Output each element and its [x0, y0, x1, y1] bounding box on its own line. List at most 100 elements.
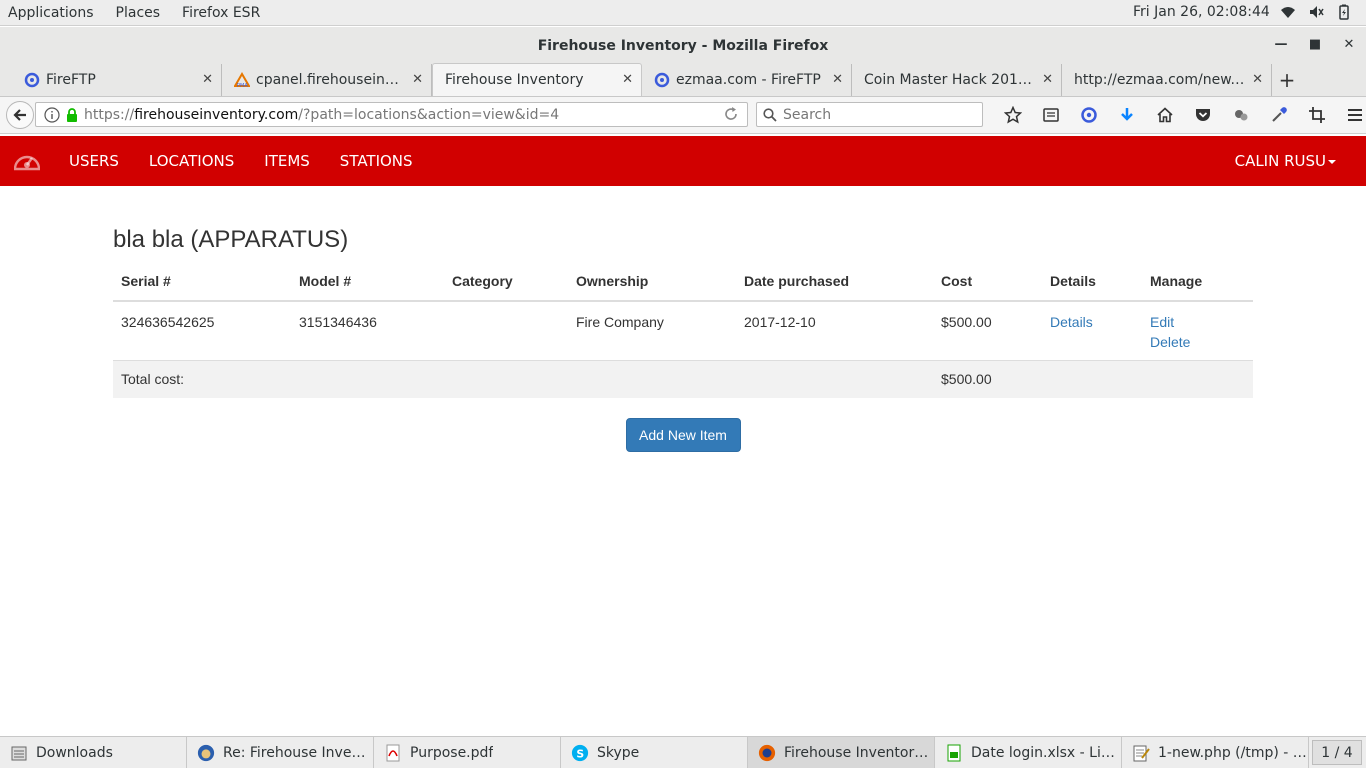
- search-input[interactable]: [783, 106, 963, 123]
- folder-icon: [10, 744, 28, 762]
- lock-icon[interactable]: [66, 107, 78, 122]
- wifi-icon: [1280, 4, 1296, 20]
- tab-label: ezmaa.com - FireFTP: [676, 72, 821, 88]
- nav-users[interactable]: USERS: [54, 152, 134, 170]
- info-icon[interactable]: [44, 106, 60, 123]
- task-spreadsheet[interactable]: Date login.xlsx - Libre...: [935, 737, 1122, 768]
- text-editor-icon: [1132, 744, 1150, 762]
- delete-link[interactable]: Delete: [1150, 334, 1190, 350]
- home-icon[interactable]: [1146, 105, 1184, 125]
- back-button[interactable]: [6, 101, 34, 129]
- extension-icon[interactable]: [1222, 105, 1260, 125]
- system-tray[interactable]: [1280, 4, 1352, 20]
- phpmyadmin-icon: PMA: [234, 72, 250, 88]
- tab-close-icon[interactable]: ✕: [622, 72, 633, 87]
- gnome-top-bar: Applications Places Firefox ESR Fri Jan …: [0, 0, 1366, 26]
- tab-close-icon[interactable]: ✕: [832, 72, 843, 87]
- dashboard-icon[interactable]: [0, 136, 54, 186]
- tab-label: FireFTP: [46, 72, 96, 88]
- column-header: Ownership: [568, 272, 736, 302]
- date-cell: 2017-12-10: [736, 301, 933, 361]
- tab-ezmaa-fireftp[interactable]: ezmaa.com - FireFTP ✕: [642, 64, 852, 96]
- svg-text:S: S: [576, 747, 584, 760]
- task-skype[interactable]: S Skype: [561, 737, 748, 768]
- task-downloads[interactable]: Downloads: [0, 737, 187, 768]
- downloads-icon[interactable]: [1108, 105, 1146, 125]
- fireftp-toolbar-icon[interactable]: [1070, 105, 1108, 125]
- tab-firehouse-inventory[interactable]: Firehouse Inventory ✕: [432, 63, 642, 96]
- details-cell: Details: [1042, 301, 1142, 361]
- maximize-button[interactable]: ■: [1306, 37, 1324, 52]
- fireftp-icon: [24, 72, 40, 88]
- minimize-button[interactable]: —: [1272, 37, 1290, 52]
- bookmark-star-icon[interactable]: [994, 105, 1032, 125]
- hamburger-menu-icon[interactable]: [1336, 105, 1366, 125]
- details-link[interactable]: Details: [1050, 314, 1093, 330]
- serial-cell: 324636542625: [113, 301, 291, 361]
- column-header: Date purchased: [736, 272, 933, 302]
- eyedropper-icon[interactable]: [1260, 105, 1298, 125]
- reload-icon[interactable]: [723, 106, 739, 122]
- volume-icon: [1308, 4, 1324, 20]
- task-pdf[interactable]: Purpose.pdf: [374, 737, 561, 768]
- workspace-indicator[interactable]: 1 / 4: [1312, 740, 1362, 765]
- window-titlebar: Firehouse Inventory - Mozilla Firefox — …: [0, 27, 1366, 64]
- thunderbird-icon: [197, 744, 215, 762]
- firefox-icon: [758, 744, 776, 762]
- screenshot-crop-icon[interactable]: [1298, 105, 1336, 125]
- applications-menu[interactable]: Applications: [0, 5, 105, 21]
- column-header: Details: [1042, 272, 1142, 302]
- column-header: Cost: [933, 272, 1042, 302]
- task-text-editor[interactable]: 1-new.php (/tmp) - ge...: [1122, 737, 1309, 768]
- model-cell: 3151346436: [291, 301, 444, 361]
- reading-list-icon[interactable]: [1032, 105, 1070, 125]
- category-cell: [444, 301, 568, 361]
- search-icon: [763, 107, 777, 122]
- total-value: $500.00: [933, 360, 1042, 398]
- edit-link[interactable]: Edit: [1150, 314, 1174, 330]
- tab-ezmaa-new[interactable]: http://ezmaa.com/new.php ✕: [1062, 64, 1272, 96]
- cost-cell: $500.00: [933, 301, 1042, 361]
- tab-close-icon[interactable]: ✕: [1252, 72, 1263, 87]
- search-bar[interactable]: [756, 102, 983, 127]
- tab-label: http://ezmaa.com/new.php: [1074, 72, 1247, 88]
- tab-close-icon[interactable]: ✕: [412, 72, 423, 87]
- nav-stations[interactable]: STATIONS: [325, 152, 428, 170]
- task-firefox[interactable]: Firehouse Inventory - ...: [748, 737, 935, 768]
- tab-fireftp[interactable]: FireFTP ✕: [12, 64, 222, 96]
- user-menu[interactable]: CALIN RUSU: [1235, 152, 1336, 170]
- url-bar[interactable]: https://firehouseinventory.com/?path=loc…: [35, 102, 748, 127]
- tab-close-icon[interactable]: ✕: [1042, 72, 1053, 87]
- manage-cell: Edit Delete: [1142, 301, 1253, 361]
- column-header: Serial #: [113, 272, 291, 302]
- back-arrow-icon: [13, 109, 26, 121]
- nav-items[interactable]: ITEMS: [249, 152, 325, 170]
- tab-label: cpanel.firehouseinven...: [256, 72, 407, 88]
- column-header: Category: [444, 272, 568, 302]
- page-title: bla bla (APPARATUS): [113, 226, 349, 253]
- tab-label: Firehouse Inventory: [445, 72, 584, 88]
- tab-coin-master[interactable]: Coin Master Hack 2018 - ... ✕: [852, 64, 1062, 96]
- battery-icon: [1336, 4, 1352, 20]
- navigation-toolbar: https://firehouseinventory.com/?path=loc…: [0, 97, 1366, 134]
- total-row: Total cost: $500.00: [113, 360, 1253, 398]
- clock[interactable]: Fri Jan 26, 02:08:44: [1133, 4, 1270, 20]
- pocket-icon[interactable]: [1184, 105, 1222, 125]
- main-content: bla bla (APPARATUS) Serial # Model # Cat…: [113, 186, 1253, 452]
- new-tab-button[interactable]: +: [1272, 64, 1302, 96]
- spreadsheet-icon: [945, 744, 963, 762]
- add-new-item-button[interactable]: Add New Item: [625, 417, 741, 452]
- app-menu[interactable]: Firefox ESR: [171, 5, 271, 21]
- nav-locations[interactable]: LOCATIONS: [134, 152, 249, 170]
- tab-cpanel[interactable]: PMA cpanel.firehouseinven... ✕: [222, 64, 432, 96]
- svg-text:PMA: PMA: [237, 83, 248, 88]
- close-window-button[interactable]: ✕: [1340, 37, 1358, 52]
- column-header: Model #: [291, 272, 444, 302]
- table-row: 324636542625 3151346436 Fire Company 201…: [113, 301, 1253, 361]
- tab-label: Coin Master Hack 2018 - ...: [864, 72, 1037, 88]
- total-label: Total cost:: [113, 360, 933, 398]
- task-thunderbird[interactable]: Re: Firehouse Inventor...: [187, 737, 374, 768]
- tab-close-icon[interactable]: ✕: [202, 72, 213, 87]
- places-menu[interactable]: Places: [105, 5, 172, 21]
- url-text[interactable]: https://firehouseinventory.com/?path=loc…: [84, 107, 559, 123]
